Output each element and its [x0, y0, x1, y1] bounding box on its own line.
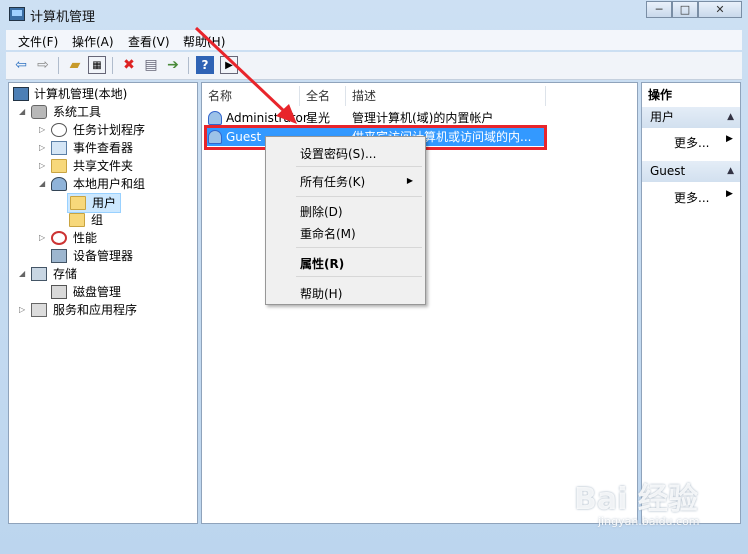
- app-window: 计算机管理 ─ □ ✕ 文件(F) 操作(A) 查看(V) 帮助(H) ⇦ ⇨ …: [0, 0, 748, 554]
- watermark-logo: Bai 经验: [574, 482, 698, 517]
- watermark-url: jingyan.baidu.com: [598, 515, 700, 528]
- annotation-arrow: [194, 26, 297, 124]
